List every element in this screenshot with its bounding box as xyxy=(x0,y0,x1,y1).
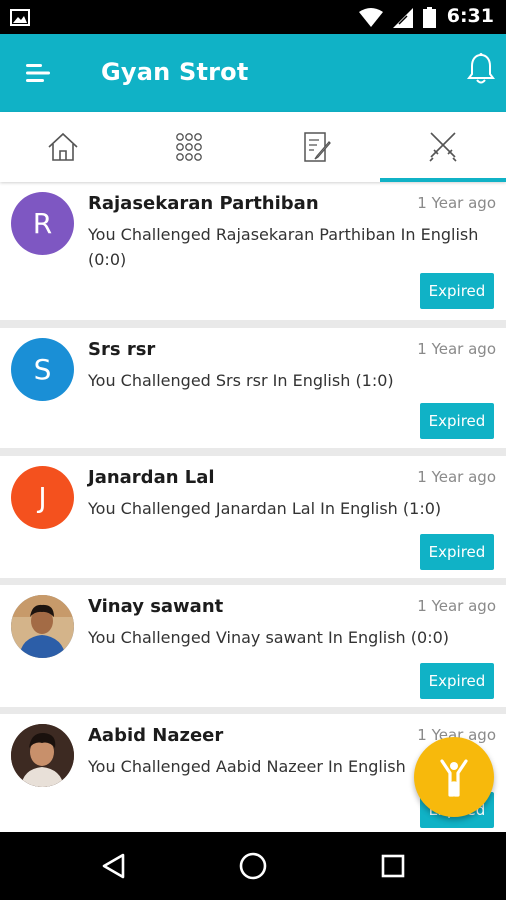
avatar xyxy=(11,595,74,658)
avatar-initial: J xyxy=(38,481,47,514)
tab-bar xyxy=(0,112,506,182)
tab-home[interactable] xyxy=(0,112,126,182)
home-button[interactable] xyxy=(233,848,273,884)
avatar: J xyxy=(11,466,74,529)
status-time: 6:31 xyxy=(446,5,494,27)
opponent-name: Janardan Lal xyxy=(88,467,215,488)
expired-button[interactable]: Expired xyxy=(420,663,494,699)
timestamp: 1 Year ago xyxy=(417,194,496,212)
app-title: Gyan Strot xyxy=(101,58,249,86)
signal-icon xyxy=(393,7,413,28)
challenge-list[interactable]: R Rajasekaran Parthiban 1 Year ago You C… xyxy=(0,182,506,832)
document-edit-icon xyxy=(304,132,331,162)
back-button[interactable] xyxy=(93,848,133,884)
avatar-initial: S xyxy=(33,353,52,386)
avatar xyxy=(11,724,74,787)
timestamp: 1 Year ago xyxy=(417,468,496,486)
tab-categories[interactable] xyxy=(126,112,252,182)
image-notification-icon xyxy=(10,9,30,26)
user-photo xyxy=(11,595,74,658)
recents-square-icon xyxy=(381,854,405,878)
challenge-description: You Challenged Janardan Lal In English (… xyxy=(88,499,442,518)
notification-bell-icon[interactable] xyxy=(466,52,496,86)
opponent-name: Srs rsr xyxy=(88,339,156,360)
challenge-description: You Challenged Srs rsr In English (1:0) xyxy=(88,371,394,390)
expired-button[interactable]: Expired xyxy=(420,534,494,570)
tab-quiz[interactable] xyxy=(253,112,379,182)
challenge-description: You Challenged Rajasekaran Parthiban In … xyxy=(88,225,479,269)
wifi-icon xyxy=(359,7,383,27)
opponent-name: Aabid Nazeer xyxy=(88,725,224,746)
list-item[interactable]: Vinay sawant 1 Year ago You Challenged V… xyxy=(0,585,506,707)
timestamp: 1 Year ago xyxy=(417,597,496,615)
crossed-swords-icon xyxy=(429,132,457,162)
expired-button[interactable]: Expired xyxy=(420,273,494,309)
app-bar: Gyan Strot xyxy=(0,34,506,112)
tab-selected-indicator xyxy=(380,178,506,182)
battery-icon xyxy=(423,7,436,28)
system-navigation-bar xyxy=(0,832,506,900)
status-bar: 6:31 xyxy=(0,0,506,34)
list-item[interactable]: J Janardan Lal 1 Year ago You Challenged… xyxy=(0,456,506,578)
grid-icon xyxy=(176,133,202,161)
list-item[interactable]: R Rajasekaran Parthiban 1 Year ago You C… xyxy=(0,182,506,320)
avatar-initial: R xyxy=(32,207,53,240)
avatar: R xyxy=(11,192,74,255)
challenge-description: You Challenged Vinay sawant In English (… xyxy=(88,628,450,647)
recents-button[interactable] xyxy=(373,848,413,884)
opponent-name: Rajasekaran Parthiban xyxy=(88,193,319,214)
expired-button[interactable]: Expired xyxy=(420,403,494,439)
tab-challenges[interactable] xyxy=(380,112,506,182)
new-challenge-fab[interactable] xyxy=(414,737,494,817)
home-icon xyxy=(48,132,78,161)
home-circle-icon xyxy=(239,852,267,880)
menu-icon[interactable] xyxy=(26,62,54,84)
avatar: S xyxy=(11,338,74,401)
user-photo xyxy=(11,724,74,787)
timestamp: 1 Year ago xyxy=(417,340,496,358)
list-item[interactable]: S Srs rsr 1 Year ago You Challenged Srs … xyxy=(0,328,506,448)
person-cheering-icon xyxy=(440,759,468,797)
back-triangle-icon xyxy=(102,853,125,879)
opponent-name: Vinay sawant xyxy=(88,596,224,617)
